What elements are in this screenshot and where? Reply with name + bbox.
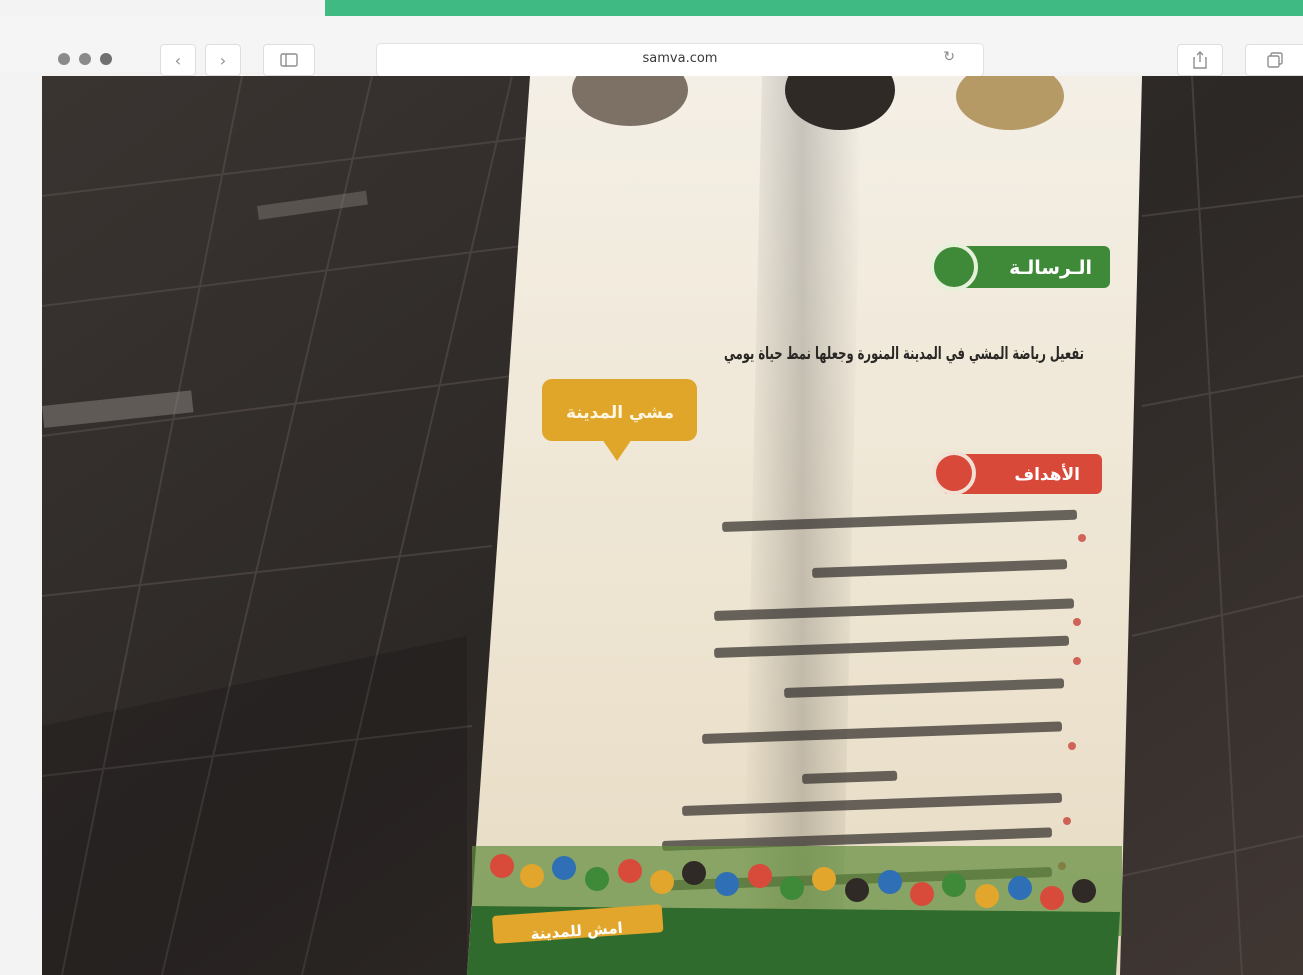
back-icon: ‹: [174, 50, 182, 70]
sidebar-icon: [280, 53, 298, 67]
share-button[interactable]: [1177, 44, 1223, 76]
browser-toolbar: ‹ › samva.com ↻: [0, 16, 1303, 77]
mission-text: تفعيل رياضة المشي في المدينة المنورة وجع…: [724, 344, 1084, 364]
forward-button[interactable]: ›: [205, 44, 241, 76]
sidebar-button[interactable]: [263, 44, 315, 76]
url-text[interactable]: samva.com: [377, 51, 983, 66]
mission-heading: الـرسالـة: [1009, 257, 1092, 279]
reload-icon[interactable]: ↻: [943, 49, 955, 65]
speech-bubble-text: مشي المدينة: [566, 403, 674, 423]
minimize-dot-icon[interactable]: [79, 53, 91, 65]
forward-icon: ›: [219, 50, 227, 70]
back-button[interactable]: ‹: [160, 44, 196, 76]
close-dot-icon[interactable]: [58, 53, 70, 65]
address-bar[interactable]: samva.com ↻: [376, 43, 984, 77]
goals-heading: الأهداف: [1014, 464, 1080, 485]
tabs-button[interactable]: [1245, 44, 1303, 76]
top-accent-strip: [325, 0, 1303, 16]
zoom-dot-icon[interactable]: [100, 53, 112, 65]
share-icon: [1193, 51, 1207, 69]
tabs-icon: [1267, 52, 1283, 68]
flyer-photo: الـرسالـة تفعيل رياضة المشي في المدينة ا…: [42, 76, 1303, 975]
web-content-photo: الـرسالـة تفعيل رياضة المشي في المدينة ا…: [42, 76, 1303, 975]
